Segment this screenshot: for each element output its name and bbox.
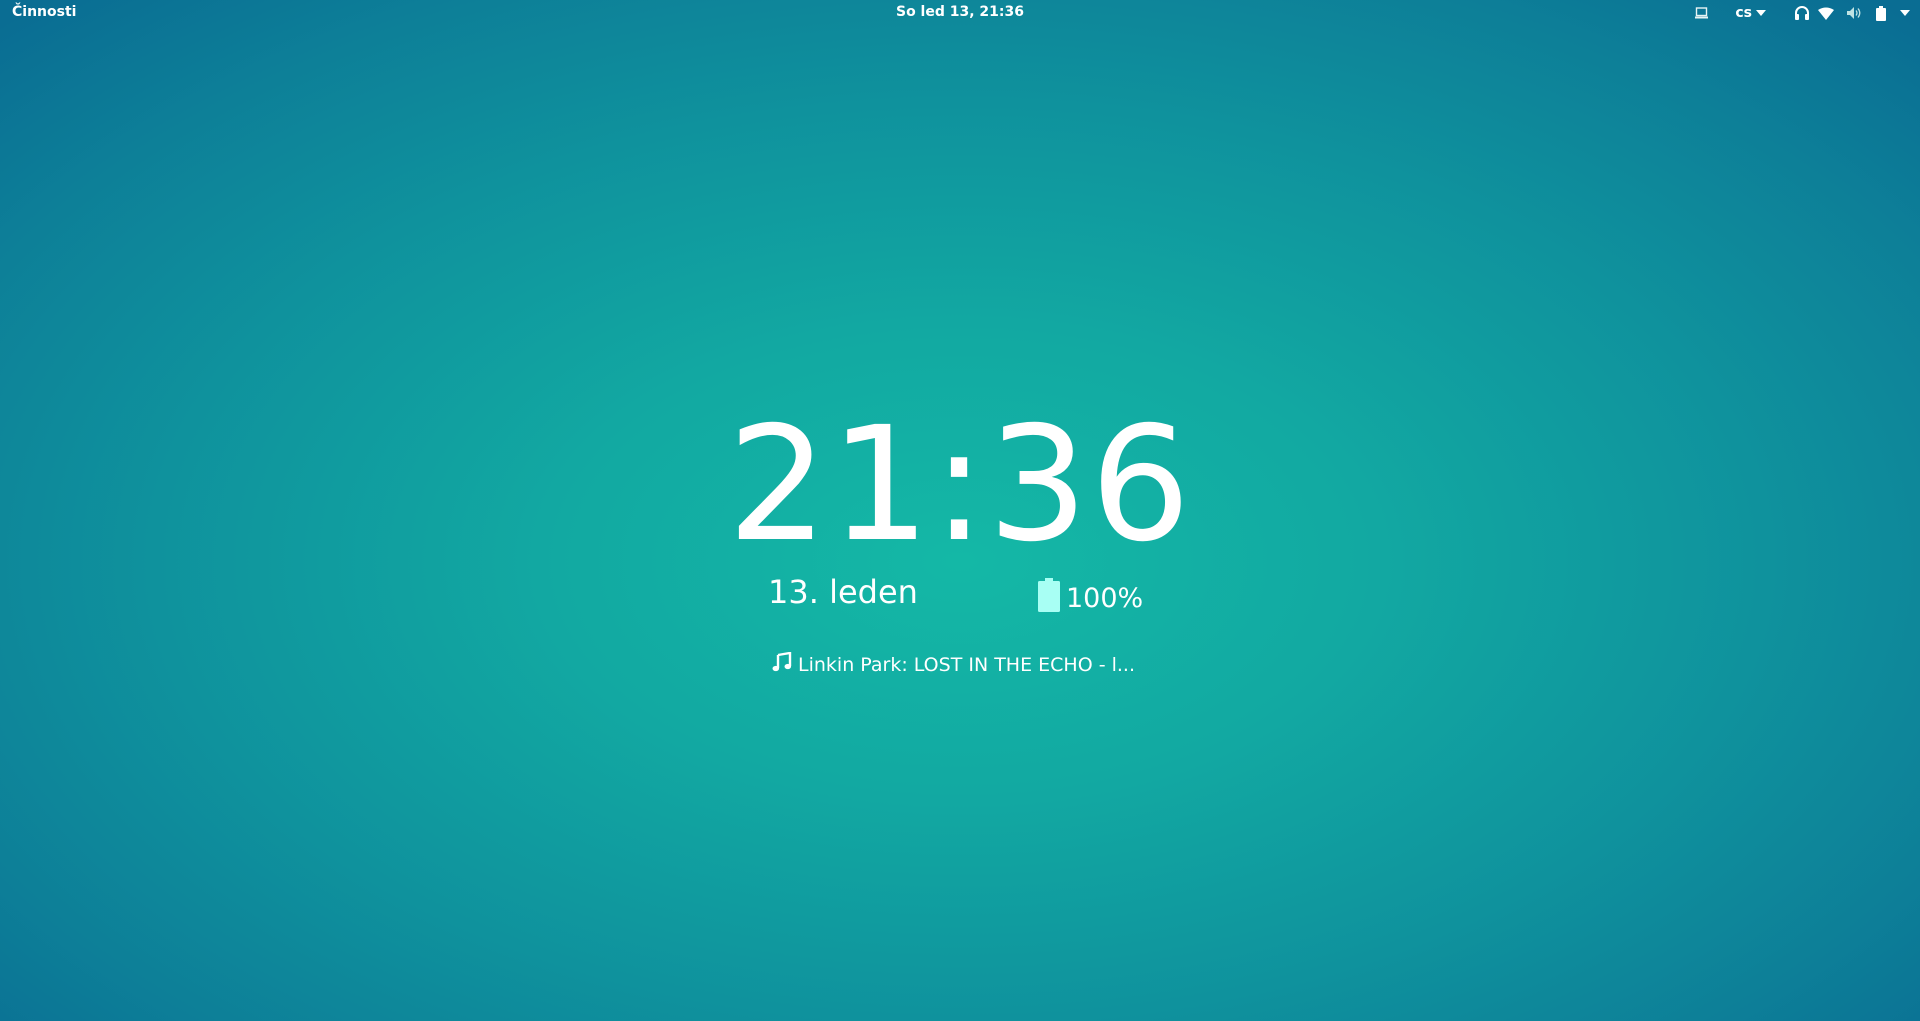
battery-percentage: 100% bbox=[1066, 583, 1144, 614]
lock-screen-clock: 21:36 bbox=[727, 393, 1193, 577]
music-note-icon bbox=[772, 651, 792, 677]
lock-screen-date: 13. leden bbox=[768, 573, 918, 611]
system-tray: cs bbox=[1695, 3, 1910, 23]
language-menu[interactable]: cs bbox=[1735, 3, 1766, 23]
now-playing-title: Linkin Park: LOST IN THE ECHO - l... bbox=[798, 653, 1135, 676]
battery-status: 100% bbox=[1038, 572, 1143, 616]
system-menu[interactable] bbox=[1794, 3, 1910, 23]
wifi-icon bbox=[1818, 7, 1834, 20]
date-time-menu[interactable]: So led 13, 21:36 bbox=[896, 4, 1024, 20]
screen-indicator[interactable] bbox=[1695, 3, 1709, 23]
top-bar: Činnosti So led 13, 21:36 cs bbox=[0, 0, 1920, 26]
now-playing[interactable]: Linkin Park: LOST IN THE ECHO - l... bbox=[772, 651, 1135, 677]
chevron-down-icon bbox=[1756, 10, 1766, 16]
battery-icon bbox=[1876, 5, 1886, 21]
battery-icon bbox=[1038, 578, 1060, 616]
volume-icon bbox=[1846, 6, 1862, 20]
activities-button[interactable]: Činnosti bbox=[12, 4, 76, 20]
headphones-icon bbox=[1794, 5, 1810, 21]
screen-icon bbox=[1695, 7, 1709, 19]
top-clock: So led 13, 21:36 bbox=[0, 4, 1920, 20]
language-label: cs bbox=[1735, 5, 1752, 21]
chevron-down-icon bbox=[1900, 10, 1910, 16]
